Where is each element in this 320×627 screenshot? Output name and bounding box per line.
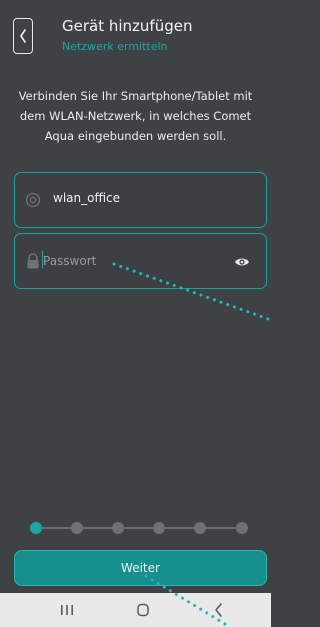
page-subtitle: Netzwerk ermitteln <box>62 40 168 53</box>
next-button[interactable]: Weiter <box>14 550 267 586</box>
ssid-field[interactable]: wlan_office <box>14 172 267 228</box>
ssid-value: wlan_office <box>53 191 121 205</box>
password-field[interactable] <box>14 233 267 289</box>
back-button[interactable] <box>13 18 33 54</box>
step-4 <box>153 522 165 534</box>
step-5 <box>194 522 206 534</box>
page-title: Gerät hinzufügen <box>62 17 193 35</box>
step-1 <box>30 522 42 534</box>
progress-stepper <box>30 520 248 536</box>
home-icon[interactable] <box>133 601 153 619</box>
at-icon <box>25 192 41 208</box>
intro-text: Verbinden Sie Ihr Smartphone/Tablet mit … <box>18 89 253 143</box>
lock-icon <box>27 253 39 269</box>
step-2 <box>71 522 83 534</box>
app-header: Gerät hinzufügen Netzwerk ermitteln <box>0 0 271 60</box>
password-input[interactable] <box>43 252 223 270</box>
recent-apps-icon[interactable] <box>57 601 77 619</box>
step-3 <box>112 522 124 534</box>
next-button-label: Weiter <box>121 561 160 575</box>
stepper-line <box>35 527 243 529</box>
chevron-left-icon <box>20 29 26 43</box>
step-6 <box>236 522 248 534</box>
eye-icon[interactable] <box>234 254 250 270</box>
system-nav-bar <box>0 593 271 627</box>
back-nav-icon[interactable] <box>209 601 229 619</box>
